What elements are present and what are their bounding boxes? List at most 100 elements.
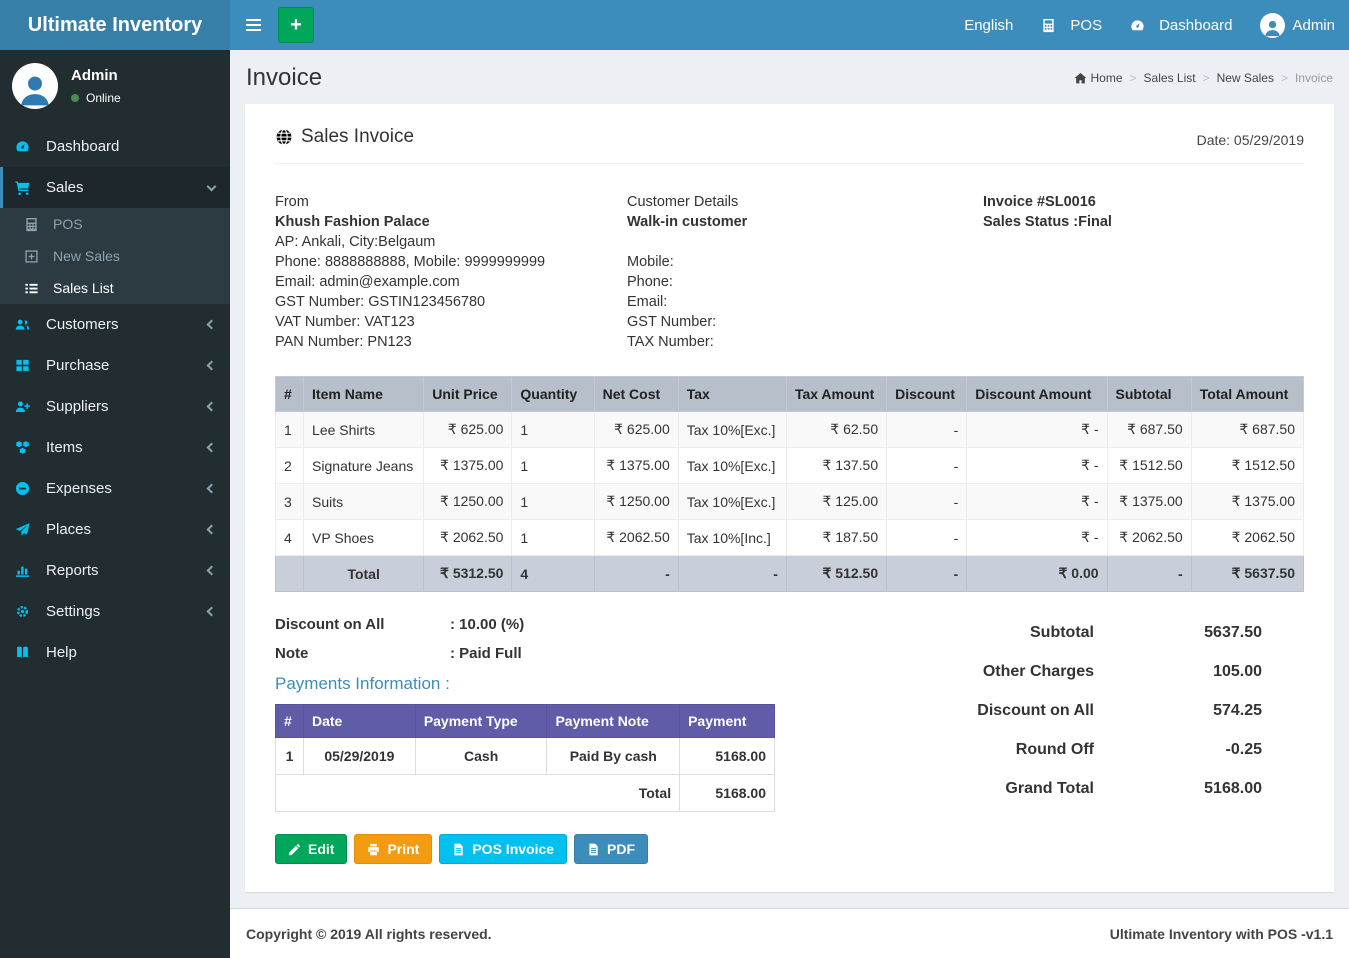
column-header: Item Name	[304, 377, 424, 412]
cell: ₹ 687.50	[1107, 412, 1191, 448]
cell: Tax 10%[Exc.]	[678, 448, 786, 484]
summary-value: -0.25	[1094, 741, 1262, 759]
sidebar-item-items[interactable]: Items	[0, 427, 230, 468]
payments-total-value: 5168.00	[680, 775, 775, 812]
sidebar-item-dashboard[interactable]: Dashboard	[0, 126, 230, 167]
sidebar-item-settings[interactable]: Settings	[0, 591, 230, 632]
cell: -	[887, 412, 967, 448]
navbar-main: + English POS Dashboard Admin	[230, 0, 1349, 50]
breadcrumb-home[interactable]: Home	[1074, 71, 1123, 85]
payments-header-row: # Date Payment Type Payment Note Payment	[276, 705, 775, 738]
cell: Tax 10%[Exc.]	[678, 412, 786, 448]
sidebar-item-expenses[interactable]: Expenses	[0, 468, 230, 509]
sidebar-item-suppliers[interactable]: Suppliers	[0, 386, 230, 427]
sidebar-item-places[interactable]: Places	[0, 509, 230, 550]
cell: 4	[276, 520, 304, 556]
list-icon	[24, 281, 46, 296]
cell: Tax 10%[Inc.]	[678, 520, 786, 556]
bar-chart-icon	[15, 563, 39, 578]
chevron-left-icon	[207, 361, 217, 371]
user-menu[interactable]: Admin	[1246, 13, 1349, 38]
column-header: Payment Type	[415, 705, 547, 738]
cell: -	[678, 556, 786, 592]
globe-icon	[275, 128, 293, 146]
sidebar-item-label: Dashboard	[46, 138, 119, 155]
chevron-left-icon	[207, 402, 217, 412]
sidebar-user-status[interactable]: Online	[71, 91, 121, 105]
customer-email: Email:	[627, 292, 983, 312]
navbar-right: English POS Dashboard Admin	[950, 13, 1349, 38]
breadcrumb-separator: >	[1130, 71, 1137, 85]
language-menu[interactable]: English	[950, 13, 1027, 38]
cell: Paid By cash	[547, 738, 680, 775]
breadcrumb-separator: >	[1203, 71, 1210, 85]
sidebar-item-label: Customers	[46, 316, 119, 333]
sidebar-toggle-button[interactable]	[230, 0, 276, 50]
payments-heading: Payments Information :	[275, 674, 775, 694]
invoice-number: Invoice #SL0016	[983, 192, 1304, 212]
column-header: Subtotal	[1107, 377, 1191, 412]
cell: 1	[512, 448, 594, 484]
column-header: Date	[303, 705, 415, 738]
sidebar-item-purchase[interactable]: Purchase	[0, 345, 230, 386]
pos-invoice-button[interactable]: POS Invoice	[439, 834, 567, 864]
pdf-button[interactable]: PDF	[574, 834, 648, 864]
table-row: 3 Suits ₹ 1250.00 1 ₹ 1250.00 Tax 10%[Ex…	[276, 484, 1304, 520]
brand-logo[interactable]: Ultimate Inventory	[0, 0, 230, 50]
summary-row-other-charges: Other Charges 105.00	[904, 663, 1262, 681]
sidebar-item-label: Items	[46, 439, 83, 456]
cell: 4	[512, 556, 594, 592]
table-row: 4 VP Shoes ₹ 2062.50 1 ₹ 2062.50 Tax 10%…	[276, 520, 1304, 556]
breadcrumb-sales-list[interactable]: Sales List	[1144, 71, 1196, 85]
invoice-lower-left: Discount on All : 10.00 (%) Note : Paid …	[275, 616, 775, 864]
pencil-icon	[288, 843, 301, 856]
sidebar-item-reports[interactable]: Reports	[0, 550, 230, 591]
discount-on-all-label: Discount on All	[275, 616, 450, 633]
invoice-parties: From Khush Fashion Palace AP: Ankali, Ci…	[275, 192, 1304, 352]
cell	[276, 556, 304, 592]
sidebar-item-pos[interactable]: POS	[0, 208, 230, 240]
seller-phone: Phone: 8888888888, Mobile: 9999999999	[275, 252, 627, 272]
cell: -	[594, 556, 678, 592]
column-header: Discount	[887, 377, 967, 412]
online-status-label: Online	[86, 91, 121, 105]
sidebar-item-sales[interactable]: Sales	[0, 167, 230, 208]
cell: 1	[276, 412, 304, 448]
content-header: Invoice Home > Sales List > New Sales > …	[230, 50, 1349, 98]
sidebar-item-label: New Sales	[53, 248, 120, 264]
cart-icon	[15, 180, 39, 195]
breadcrumb-new-sales[interactable]: New Sales	[1217, 71, 1274, 85]
quick-add-button[interactable]: +	[278, 7, 314, 43]
sidebar-item-customers[interactable]: Customers	[0, 304, 230, 345]
summary-label: Discount on All	[977, 702, 1094, 720]
button-label: POS Invoice	[472, 841, 554, 857]
seller-gst: GST Number: GSTIN123456780	[275, 292, 627, 312]
cell: ₹ 62.50	[786, 412, 886, 448]
invoice-card-header: Sales Invoice Date: 05/29/2019	[275, 126, 1304, 164]
summary-label: Subtotal	[1030, 624, 1094, 642]
sidebar-item-help[interactable]: Help	[0, 632, 230, 673]
cell: Cash	[415, 738, 547, 775]
sidebar-item-new-sales[interactable]: New Sales	[0, 240, 230, 272]
gears-icon	[15, 604, 39, 619]
summary-value: 105.00	[1094, 663, 1262, 681]
edit-button[interactable]: Edit	[275, 834, 347, 864]
cell: -	[887, 556, 967, 592]
nav-pos-link[interactable]: POS	[1027, 13, 1116, 38]
print-button[interactable]: Print	[354, 834, 432, 864]
nav-dashboard-link[interactable]: Dashboard	[1116, 13, 1246, 38]
sidebar-item-sales-list[interactable]: Sales List	[0, 272, 230, 304]
users-icon	[15, 317, 39, 332]
file-pdf-icon	[587, 843, 600, 856]
chevron-left-icon	[207, 443, 217, 453]
cell: ₹ 625.00	[594, 412, 678, 448]
sidebar-item-label: Suppliers	[46, 398, 109, 415]
cell: VP Shoes	[304, 520, 424, 556]
cell: ₹ 2062.50	[1107, 520, 1191, 556]
sidebar-item-label: Reports	[46, 562, 99, 579]
customer-gst: GST Number:	[627, 312, 983, 332]
book-icon	[15, 645, 39, 660]
cell: -	[887, 520, 967, 556]
cell: ₹ 125.00	[786, 484, 886, 520]
cubes-icon	[15, 440, 39, 455]
